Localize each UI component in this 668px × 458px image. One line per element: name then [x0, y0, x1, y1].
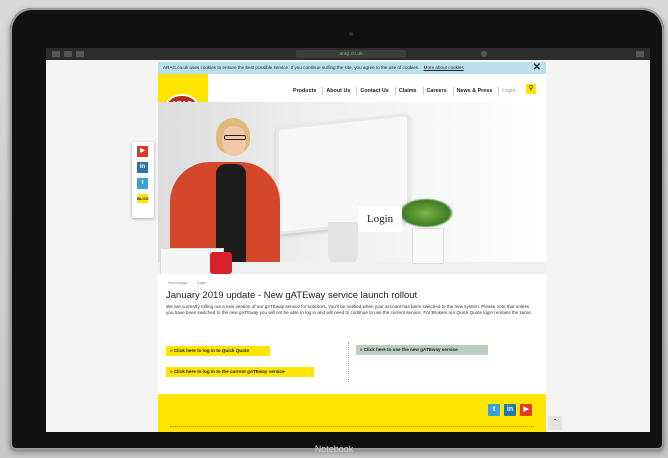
- youtube-icon[interactable]: ▶: [520, 404, 532, 416]
- footer-social-icons: t in ▶: [488, 404, 532, 416]
- forward-icon[interactable]: [76, 51, 84, 57]
- nav-item-about-us[interactable]: About Us: [322, 87, 353, 95]
- intro-text: We are currently rolling out a new versi…: [166, 304, 533, 316]
- back-icon[interactable]: [64, 51, 72, 57]
- address-bar[interactable]: arag.co.uk: [296, 50, 406, 58]
- linkedin-icon[interactable]: in: [504, 404, 516, 416]
- sidebar-toggle-icon[interactable]: [52, 51, 60, 57]
- search-icon[interactable]: ⚲: [526, 84, 536, 94]
- new-gateway-button[interactable]: » Click here to use the new gATEway serv…: [356, 345, 488, 355]
- hero-login-label: Login: [358, 206, 402, 232]
- hero-monitor-stand: [328, 222, 358, 266]
- footer: t in ▶: [158, 394, 546, 432]
- nav-item-careers[interactable]: Careers: [422, 87, 450, 95]
- browser-share-icon[interactable]: [636, 51, 644, 57]
- hero-image: Login: [158, 102, 546, 274]
- social-share-rail: ▶ in t BLOG: [132, 142, 154, 218]
- nav-item-login[interactable]: Login: [498, 87, 518, 95]
- hero-person-glasses: [224, 135, 246, 140]
- nav-item-contact-us[interactable]: Contact Us: [356, 87, 391, 95]
- cookie-banner: ARAG.co.uk uses cookies to ensure the be…: [158, 62, 546, 74]
- nav-item-claims[interactable]: Claims: [394, 87, 420, 95]
- reload-icon[interactable]: [481, 51, 487, 57]
- scroll-to-top-icon[interactable]: ⌃: [548, 416, 562, 430]
- linkedin-icon[interactable]: in: [137, 162, 148, 173]
- twitter-icon[interactable]: t: [488, 404, 500, 416]
- hero-plant: [398, 198, 454, 228]
- hero-plant-pot: [412, 228, 444, 264]
- current-gateway-button[interactable]: » Click here to log in to the current gA…: [166, 367, 314, 377]
- main-nav: Products About Us Contact Us Claims Care…: [290, 84, 518, 98]
- laptop-screen: arag.co.uk ▶ in t BLOG ARAG.co.uk uses c…: [46, 48, 650, 432]
- divider: [348, 342, 349, 382]
- camera-dot: [349, 32, 353, 36]
- cookie-banner-text: ARAG.co.uk uses cookies to ensure the be…: [163, 65, 420, 70]
- quick-quote-button[interactable]: » Click here to log in to Quick Quote: [166, 346, 270, 356]
- laptop-frame: arag.co.uk ▶ in t BLOG ARAG.co.uk uses c…: [10, 8, 664, 450]
- device-label: Notebook: [314, 444, 354, 454]
- hero-person-face: [222, 126, 246, 156]
- footer-divider: [170, 426, 534, 427]
- breadcrumb-login: Login: [196, 280, 207, 285]
- share-plus-icon[interactable]: BLOG: [137, 194, 149, 203]
- page-title: January 2019 update - New gATEway servic…: [166, 290, 418, 301]
- hero-mug: [210, 252, 232, 274]
- breadcrumb-homepage[interactable]: Homepage: [168, 280, 188, 285]
- nav-item-products[interactable]: Products: [290, 87, 319, 95]
- website-page: ARAG.co.uk uses cookies to ensure the be…: [158, 62, 546, 432]
- youtube-icon[interactable]: ▶: [137, 146, 148, 157]
- breadcrumb: Homepage Login: [168, 280, 215, 285]
- twitter-icon[interactable]: t: [137, 178, 148, 189]
- cookie-more-link[interactable]: More about cookies: [424, 65, 464, 70]
- browser-toolbar: arag.co.uk: [46, 48, 650, 60]
- nav-item-news-press[interactable]: News & Press: [452, 87, 496, 95]
- close-icon[interactable]: ✕: [533, 62, 541, 74]
